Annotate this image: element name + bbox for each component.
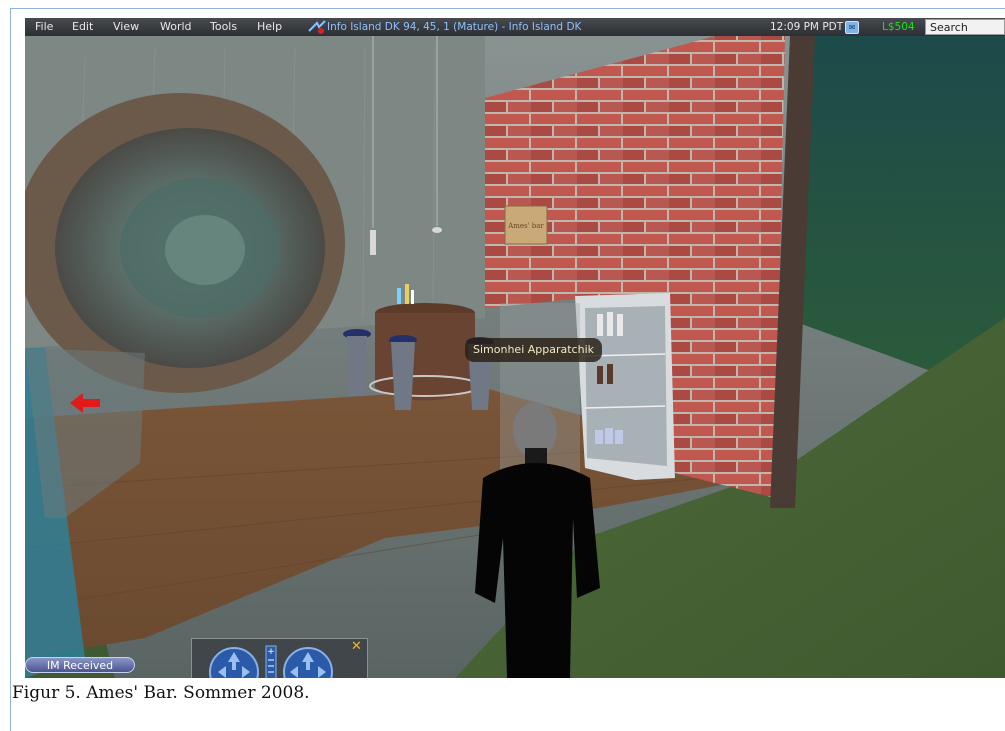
menu-view[interactable]: View xyxy=(113,18,139,36)
search-field[interactable]: Search xyxy=(925,19,1005,35)
menu-edit[interactable]: Edit xyxy=(72,18,93,36)
joystick-icon[interactable]: + xyxy=(208,642,338,678)
frame-top-border xyxy=(10,8,1005,9)
wall-sign-text: Ames' bar xyxy=(507,222,544,230)
close-icon[interactable]: ✕ xyxy=(351,640,362,654)
im-icon[interactable]: ✉ xyxy=(845,21,859,34)
figure-caption: Figur 5. Ames' Bar. Sommer 2008. xyxy=(12,683,310,703)
sl-viewer-window[interactable]: Ames' bar File Edit View World Tools Hel… xyxy=(25,18,1005,678)
menu-help[interactable]: Help xyxy=(257,18,282,36)
frame-left-border xyxy=(10,8,11,731)
clock: 12:09 PM PDT xyxy=(770,21,844,33)
menu-file[interactable]: File xyxy=(35,18,53,36)
menu-tools[interactable]: Tools xyxy=(210,18,237,36)
menu-bar: File Edit View World Tools Help Info Isl… xyxy=(25,18,1005,36)
avatar-name-tag: Simonhei Apparatchik xyxy=(465,338,602,362)
movement-controls-panel: + ✕ xyxy=(191,638,368,678)
balance[interactable]: L$504 xyxy=(882,18,915,36)
location-text[interactable]: Info Island DK 94, 45, 1 (Mature) - Info… xyxy=(327,18,581,36)
im-received-button[interactable]: IM Received xyxy=(25,657,135,673)
svg-text:+: + xyxy=(267,647,275,657)
menu-world[interactable]: World xyxy=(160,18,192,36)
teleport-arrow-icon[interactable] xyxy=(307,19,327,35)
